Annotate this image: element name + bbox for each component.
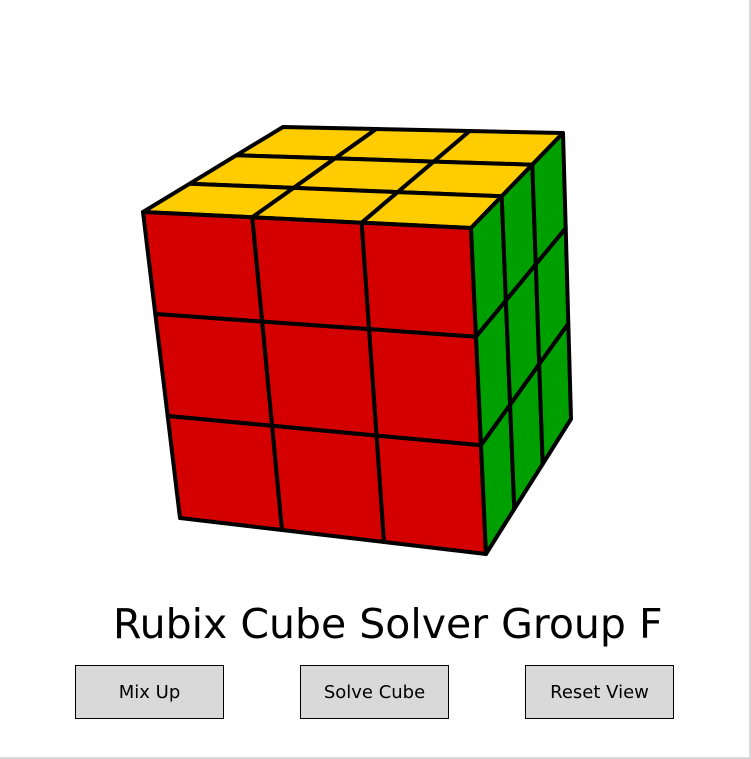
facelet-front-1-0 <box>153 312 275 428</box>
facelet-front-2-0 <box>165 414 284 532</box>
app-title: Rubix Cube Solver Group F <box>113 600 663 648</box>
facelet-front-0-0 <box>141 210 265 324</box>
facelet-front-0-1 <box>250 215 372 332</box>
cube-3d-view[interactable] <box>0 0 749 600</box>
facelet-front-0-2 <box>359 220 478 339</box>
cube-face-front <box>141 210 488 556</box>
solve-cube-button[interactable]: Solve Cube <box>300 665 449 719</box>
mix-up-button[interactable]: Mix Up <box>75 665 224 719</box>
facelet-front-2-1 <box>270 423 386 544</box>
reset-view-button[interactable]: Reset View <box>525 665 674 719</box>
facelet-front-2-2 <box>374 433 488 556</box>
rubiks-cube-solver-window: Rubix Cube Solver Group F Mix Up Solve C… <box>0 0 751 759</box>
facelet-front-1-2 <box>367 327 483 448</box>
facelet-front-1-1 <box>260 319 379 438</box>
